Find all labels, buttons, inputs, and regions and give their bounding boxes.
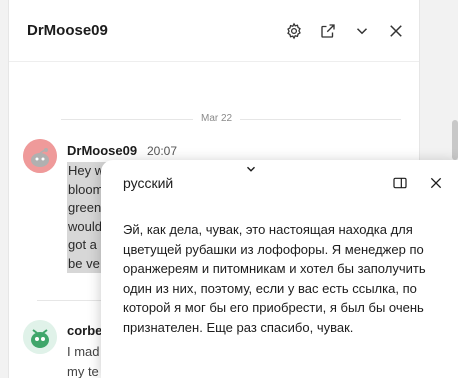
- close-icon[interactable]: [387, 22, 405, 40]
- sidebar-panel-icon[interactable]: [392, 175, 408, 191]
- chevron-down-icon[interactable]: [244, 162, 258, 176]
- chat-header: DrMoose09: [9, 0, 419, 62]
- chat-title: DrMoose09: [27, 22, 108, 39]
- gear-icon[interactable]: [285, 22, 303, 40]
- scrollbar[interactable]: [452, 120, 458, 160]
- avatar[interactable]: [23, 320, 57, 354]
- translation-popup: русский Эй, как дела, чувак, это настоящ…: [101, 160, 458, 378]
- message-author[interactable]: DrMoose09: [67, 143, 137, 158]
- popup-actions: [392, 175, 444, 191]
- chevron-down-icon[interactable]: [353, 22, 371, 40]
- snoo-avatar-icon: [23, 139, 57, 173]
- external-link-icon[interactable]: [319, 22, 337, 40]
- snoo-avatar-icon: [23, 320, 57, 354]
- language-label: русский: [123, 175, 174, 191]
- message-time: 20:07: [147, 144, 178, 158]
- header-actions: [285, 22, 405, 40]
- close-icon[interactable]: [428, 175, 444, 191]
- translated-text: Эй, как дела, чувак, это настоящая наход…: [123, 222, 426, 335]
- avatar[interactable]: [23, 139, 57, 173]
- date-separator: Mar 22: [193, 113, 241, 124]
- language-select[interactable]: русский: [123, 175, 173, 191]
